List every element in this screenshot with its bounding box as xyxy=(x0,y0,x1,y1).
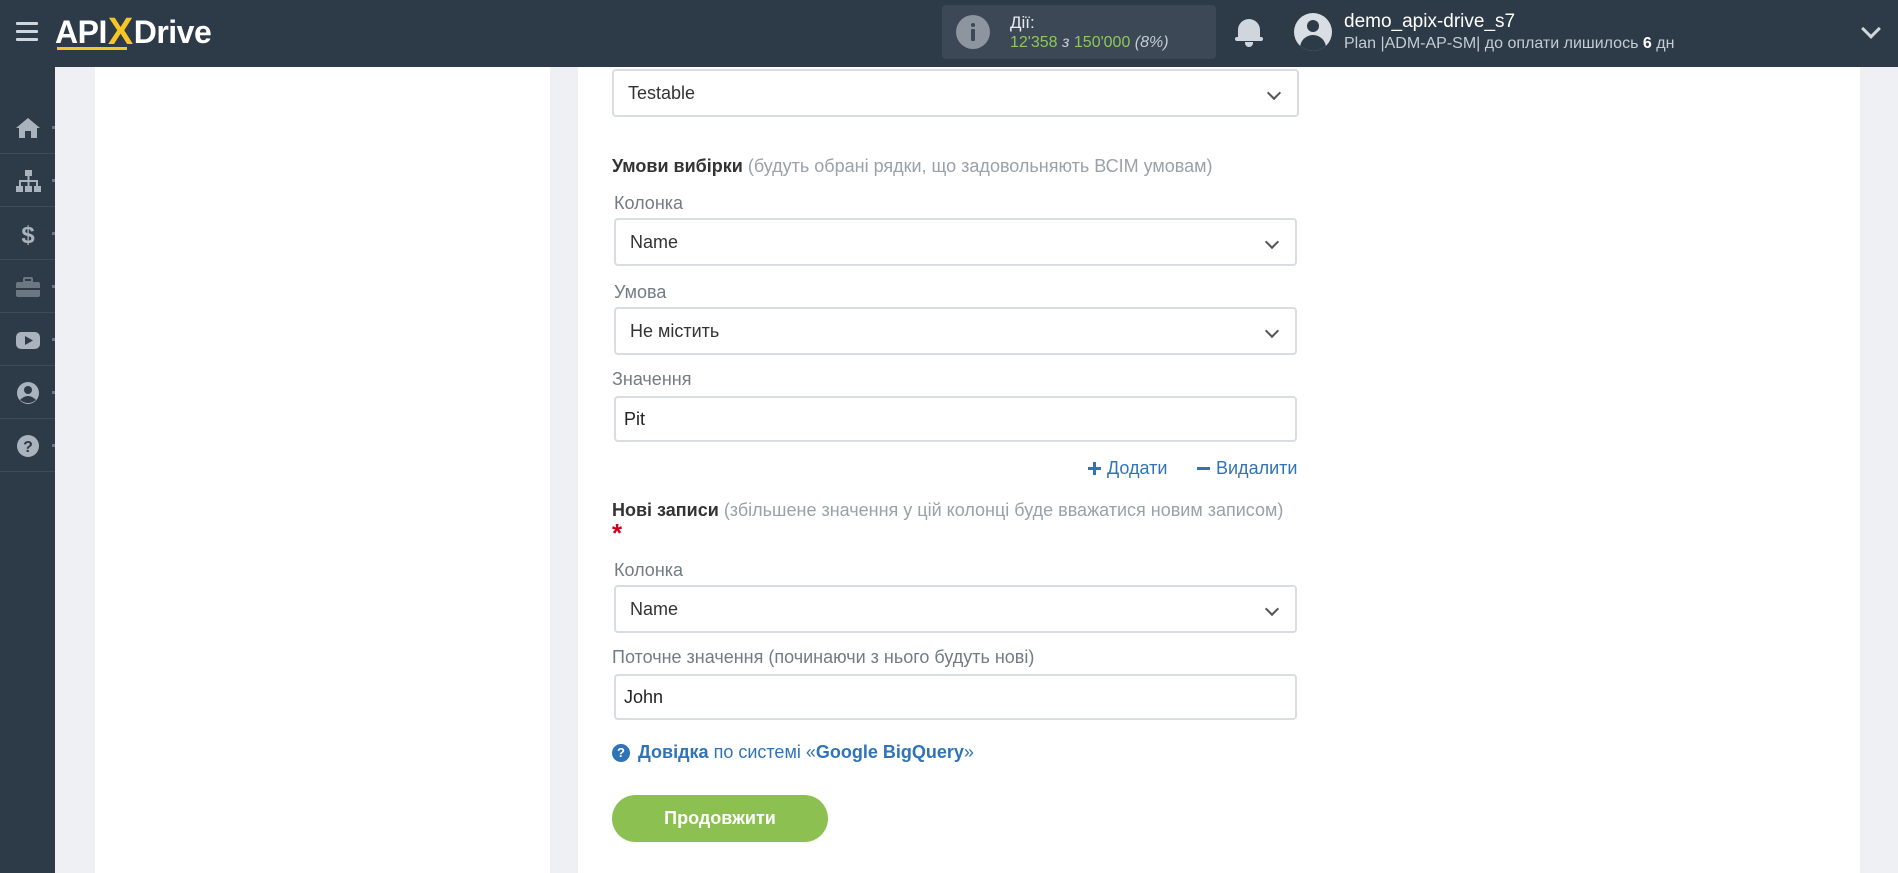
main-content xyxy=(95,67,1860,873)
sidebar-item-help[interactable]: ? xyxy=(0,420,55,472)
actions-total: 150'000 xyxy=(1073,34,1131,51)
chevron-down-icon xyxy=(1266,85,1282,101)
plan-info: Plan |ADM-AP-SM| до оплати лишилось 6 дн xyxy=(1344,35,1674,53)
table-select[interactable]: Testable xyxy=(612,69,1299,117)
sidebar-item-home[interactable] xyxy=(0,102,55,154)
question-circle-icon: ? xyxy=(612,743,630,762)
sidebar-item-connections[interactable] xyxy=(0,155,55,207)
sidebar-item-account[interactable] xyxy=(0,367,55,419)
conditions-title: Умови вибірки (будуть обрані рядки, що з… xyxy=(612,156,1213,177)
sidebar-item-projects[interactable] xyxy=(0,261,55,313)
menu-icon[interactable] xyxy=(16,22,38,41)
logo-underline xyxy=(57,47,127,50)
condition-operator-select[interactable]: Не містить xyxy=(614,307,1297,355)
briefcase-icon xyxy=(15,276,40,297)
add-condition-button[interactable]: Додати xyxy=(1088,458,1167,479)
chevron-down-icon xyxy=(1264,234,1280,250)
youtube-icon xyxy=(15,331,40,349)
sidebar: $ ? xyxy=(0,67,55,873)
svg-text:$: $ xyxy=(21,222,35,246)
new-records-column-select[interactable]: Name xyxy=(614,585,1297,633)
actions-counter[interactable]: Дії: 12'358 з 150'000 (8%) xyxy=(942,5,1216,59)
question-icon: ? xyxy=(16,434,39,457)
actions-value: 12'358 з 150'000 (8%) xyxy=(1010,34,1169,52)
username[interactable]: demo_apix-drive_s7 xyxy=(1344,11,1515,33)
new-records-column-label: Колонка xyxy=(614,560,684,580)
conditions-hint: (будуть обрані рядки, що задовольняють В… xyxy=(747,156,1213,176)
continue-button[interactable]: Продовжити xyxy=(612,795,828,842)
actions-label: Дії: xyxy=(1010,13,1035,32)
dollar-icon: $ xyxy=(21,222,35,246)
current-value-text: John xyxy=(624,686,664,707)
user-circle-icon xyxy=(16,381,39,404)
sitemap-icon xyxy=(15,169,41,192)
minus-icon xyxy=(1197,462,1210,475)
new-records-column-value: Name xyxy=(630,598,679,619)
condition-column-label: Колонка xyxy=(614,193,684,213)
table-select-value: Testable xyxy=(628,82,696,103)
actions-separator: з xyxy=(1062,34,1070,51)
required-mark: * xyxy=(612,518,623,548)
actions-used: 12'358 xyxy=(1010,34,1058,51)
top-bar: API X Drive Дії: 12'358 з 150'000 (8%) dem… xyxy=(0,0,1898,67)
new-records-hint: (збільшене значення у цій колонці буде в… xyxy=(723,500,1284,520)
condition-operator-value: Не містить xyxy=(630,320,720,341)
sidebar-item-video[interactable] xyxy=(0,314,55,366)
chevron-down-icon xyxy=(1264,323,1280,339)
plan-days-suffix: дн xyxy=(1656,35,1675,52)
condition-operator-label: Умова xyxy=(614,282,667,302)
condition-value-label: Значення xyxy=(612,369,692,389)
actions-percent: (8%) xyxy=(1134,34,1169,51)
help-link[interactable]: ? Довідка по системі «Google BigQuery» xyxy=(612,742,974,763)
plan-text: Plan |ADM-AP-SM| до оплати лишилось xyxy=(1344,35,1639,52)
current-value-input[interactable]: John xyxy=(614,674,1297,720)
chevron-down-icon[interactable] xyxy=(1861,19,1881,39)
avatar[interactable] xyxy=(1294,13,1332,51)
remove-condition-button[interactable]: Видалити xyxy=(1197,458,1297,479)
conditions-title-text: Умови вибірки xyxy=(612,156,743,176)
plan-days: 6 xyxy=(1642,35,1652,52)
info-icon xyxy=(956,15,990,49)
condition-column-select[interactable]: Name xyxy=(614,218,1297,266)
condition-column-value: Name xyxy=(630,231,679,252)
new-records-title-text: Нові записи xyxy=(612,500,719,520)
logo[interactable]: API X Drive xyxy=(55,11,212,53)
logo-text-api: API xyxy=(55,13,107,50)
remove-condition-label: Видалити xyxy=(1216,458,1298,478)
condition-value-text: Pit xyxy=(624,408,646,429)
help-system: Google BigQuery xyxy=(815,742,964,762)
current-value-label: Поточне значення (починаючи з нього буду… xyxy=(612,647,1035,667)
help-suffix: » xyxy=(963,742,974,762)
sidebar-item-billing[interactable]: $ xyxy=(0,208,55,260)
condition-value-input[interactable]: Pit xyxy=(614,396,1297,442)
bell-icon[interactable] xyxy=(1234,16,1264,48)
svg-text:?: ? xyxy=(23,439,33,456)
logo-text-drive: Drive xyxy=(133,13,212,50)
column-divider xyxy=(550,67,578,873)
add-condition-label: Додати xyxy=(1107,458,1168,478)
help-prefix: Довідка xyxy=(638,742,709,762)
home-icon xyxy=(15,117,40,138)
plus-icon xyxy=(1088,462,1101,475)
help-middle: по системі « xyxy=(713,742,816,762)
new-records-title: Нові записи (збільшене значення у цій ко… xyxy=(612,500,1283,521)
chevron-down-icon xyxy=(1264,601,1280,617)
